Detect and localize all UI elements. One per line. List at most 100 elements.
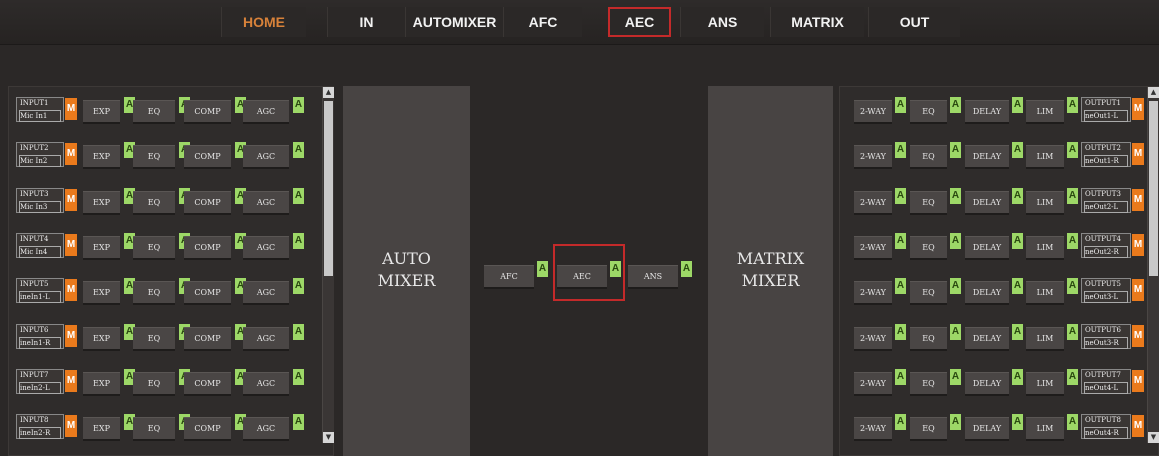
output-module-eq[interactable]: EQ (910, 100, 947, 122)
active-toggle[interactable]: A (1012, 187, 1023, 204)
output-module-2way[interactable]: 2-WAY (854, 145, 892, 168)
output-module-eq[interactable]: EQ (910, 417, 947, 440)
active-toggle[interactable]: A (1067, 97, 1078, 113)
input-module-comp[interactable]: COMP (184, 326, 231, 349)
input-channel-button[interactable]: INPUT6 ineIn1-R (16, 323, 64, 349)
active-toggle[interactable]: A (537, 261, 548, 277)
active-toggle[interactable]: A (1067, 232, 1078, 249)
output-channel-button[interactable]: OUTPUT2 neOut1-R (1081, 142, 1131, 168)
input-channel-button[interactable]: INPUT8 ineIn2-R (16, 414, 64, 440)
active-toggle[interactable]: A (1012, 368, 1023, 385)
output-module-lim[interactable]: LIM (1026, 190, 1064, 213)
active-toggle[interactable]: A (950, 323, 961, 340)
chain-module-ans[interactable]: ANS (628, 265, 678, 287)
tab-home[interactable]: HOME (221, 7, 306, 37)
output-module-delay[interactable]: DELAY (965, 417, 1009, 440)
scroll-thumb[interactable] (1149, 101, 1158, 276)
active-toggle[interactable]: A (1067, 142, 1078, 159)
active-toggle[interactable]: A (895, 368, 906, 385)
mute-button[interactable]: M (1132, 415, 1144, 438)
output-scrollbar[interactable]: ▲ ▼ (1147, 87, 1159, 443)
active-toggle[interactable]: A (293, 414, 304, 431)
output-module-delay[interactable]: DELAY (965, 235, 1009, 258)
active-toggle[interactable]: A (1012, 97, 1023, 113)
input-module-comp[interactable]: COMP (184, 281, 231, 304)
active-toggle[interactable]: A (895, 187, 906, 204)
output-module-2way[interactable]: 2-WAY (854, 100, 892, 122)
input-module-comp[interactable]: COMP (184, 190, 231, 213)
active-toggle[interactable]: A (1012, 278, 1023, 295)
input-module-eq[interactable]: EQ (133, 371, 175, 394)
output-channel-button[interactable]: OUTPUT7 neOut4-L (1081, 368, 1131, 394)
input-module-exp[interactable]: EXP (83, 100, 120, 122)
scroll-down-icon[interactable]: ▼ (1148, 432, 1159, 443)
input-module-eq[interactable]: EQ (133, 235, 175, 258)
output-module-2way[interactable]: 2-WAY (854, 417, 892, 440)
output-channel-button[interactable]: OUTPUT3 neOut2-L (1081, 187, 1131, 213)
scroll-up-icon[interactable]: ▲ (1148, 87, 1159, 98)
input-channel-button[interactable]: INPUT3 Mic In3 (16, 187, 64, 213)
input-module-exp[interactable]: EXP (83, 281, 120, 304)
input-channel-button[interactable]: INPUT5 ineIn1-L (16, 278, 64, 304)
input-module-eq[interactable]: EQ (133, 190, 175, 213)
input-module-eq[interactable]: EQ (133, 281, 175, 304)
active-toggle[interactable]: A (293, 142, 304, 159)
tab-automixer[interactable]: AUTOMIXER (405, 7, 503, 37)
matrix-mixer-block[interactable]: MATRIX MIXER (708, 86, 833, 456)
mute-button[interactable]: M (1132, 324, 1144, 347)
output-module-lim[interactable]: LIM (1026, 371, 1064, 394)
active-toggle[interactable]: A (293, 232, 304, 249)
active-toggle[interactable]: A (895, 278, 906, 295)
tab-out[interactable]: OUT (868, 7, 960, 37)
active-toggle[interactable]: A (293, 368, 304, 385)
mute-button[interactable]: M (65, 98, 77, 120)
active-toggle[interactable]: A (681, 261, 692, 277)
active-toggle[interactable]: A (895, 323, 906, 340)
mute-button[interactable]: M (1132, 143, 1144, 166)
chain-module-afc[interactable]: AFC (484, 265, 534, 287)
input-channel-button[interactable]: INPUT4 Mic In4 (16, 232, 64, 258)
scroll-up-icon[interactable]: ▲ (323, 87, 334, 98)
output-module-lim[interactable]: LIM (1026, 145, 1064, 168)
active-toggle[interactable]: A (950, 414, 961, 431)
active-toggle[interactable]: A (1067, 187, 1078, 204)
active-toggle[interactable]: A (895, 232, 906, 249)
output-module-lim[interactable]: LIM (1026, 326, 1064, 349)
active-toggle[interactable]: A (1067, 278, 1078, 295)
output-channel-button[interactable]: OUTPUT8 neOut4-R (1081, 414, 1131, 440)
active-toggle[interactable]: A (1012, 323, 1023, 340)
active-toggle[interactable]: A (293, 278, 304, 295)
mute-button[interactable]: M (65, 324, 77, 347)
active-toggle[interactable]: A (1012, 142, 1023, 159)
output-channel-button[interactable]: OUTPUT5 neOut3-L (1081, 278, 1131, 304)
output-module-2way[interactable]: 2-WAY (854, 281, 892, 304)
input-module-exp[interactable]: EXP (83, 326, 120, 349)
output-module-lim[interactable]: LIM (1026, 281, 1064, 304)
mute-button[interactable]: M (65, 279, 77, 302)
input-module-agc[interactable]: AGC (243, 190, 289, 213)
input-module-agc[interactable]: AGC (243, 145, 289, 168)
output-module-eq[interactable]: EQ (910, 281, 947, 304)
active-toggle[interactable]: A (950, 142, 961, 159)
active-toggle[interactable]: A (950, 278, 961, 295)
output-module-lim[interactable]: LIM (1026, 100, 1064, 122)
active-toggle[interactable]: A (1067, 368, 1078, 385)
mute-button[interactable]: M (65, 415, 77, 438)
output-module-2way[interactable]: 2-WAY (854, 190, 892, 213)
output-module-eq[interactable]: EQ (910, 145, 947, 168)
mute-button[interactable]: M (1132, 279, 1144, 302)
input-module-agc[interactable]: AGC (243, 371, 289, 394)
mute-button[interactable]: M (65, 369, 77, 392)
input-module-agc[interactable]: AGC (243, 417, 289, 440)
output-module-eq[interactable]: EQ (910, 371, 947, 394)
output-module-delay[interactable]: DELAY (965, 100, 1009, 122)
mute-button[interactable]: M (1132, 188, 1144, 211)
output-module-delay[interactable]: DELAY (965, 326, 1009, 349)
active-toggle[interactable]: A (1067, 414, 1078, 431)
output-channel-button[interactable]: OUTPUT4 neOut2-R (1081, 232, 1131, 258)
output-module-eq[interactable]: EQ (910, 190, 947, 213)
input-module-exp[interactable]: EXP (83, 190, 120, 213)
tab-afc[interactable]: AFC (503, 7, 582, 37)
tab-aec[interactable]: AEC (608, 7, 671, 37)
output-module-2way[interactable]: 2-WAY (854, 326, 892, 349)
